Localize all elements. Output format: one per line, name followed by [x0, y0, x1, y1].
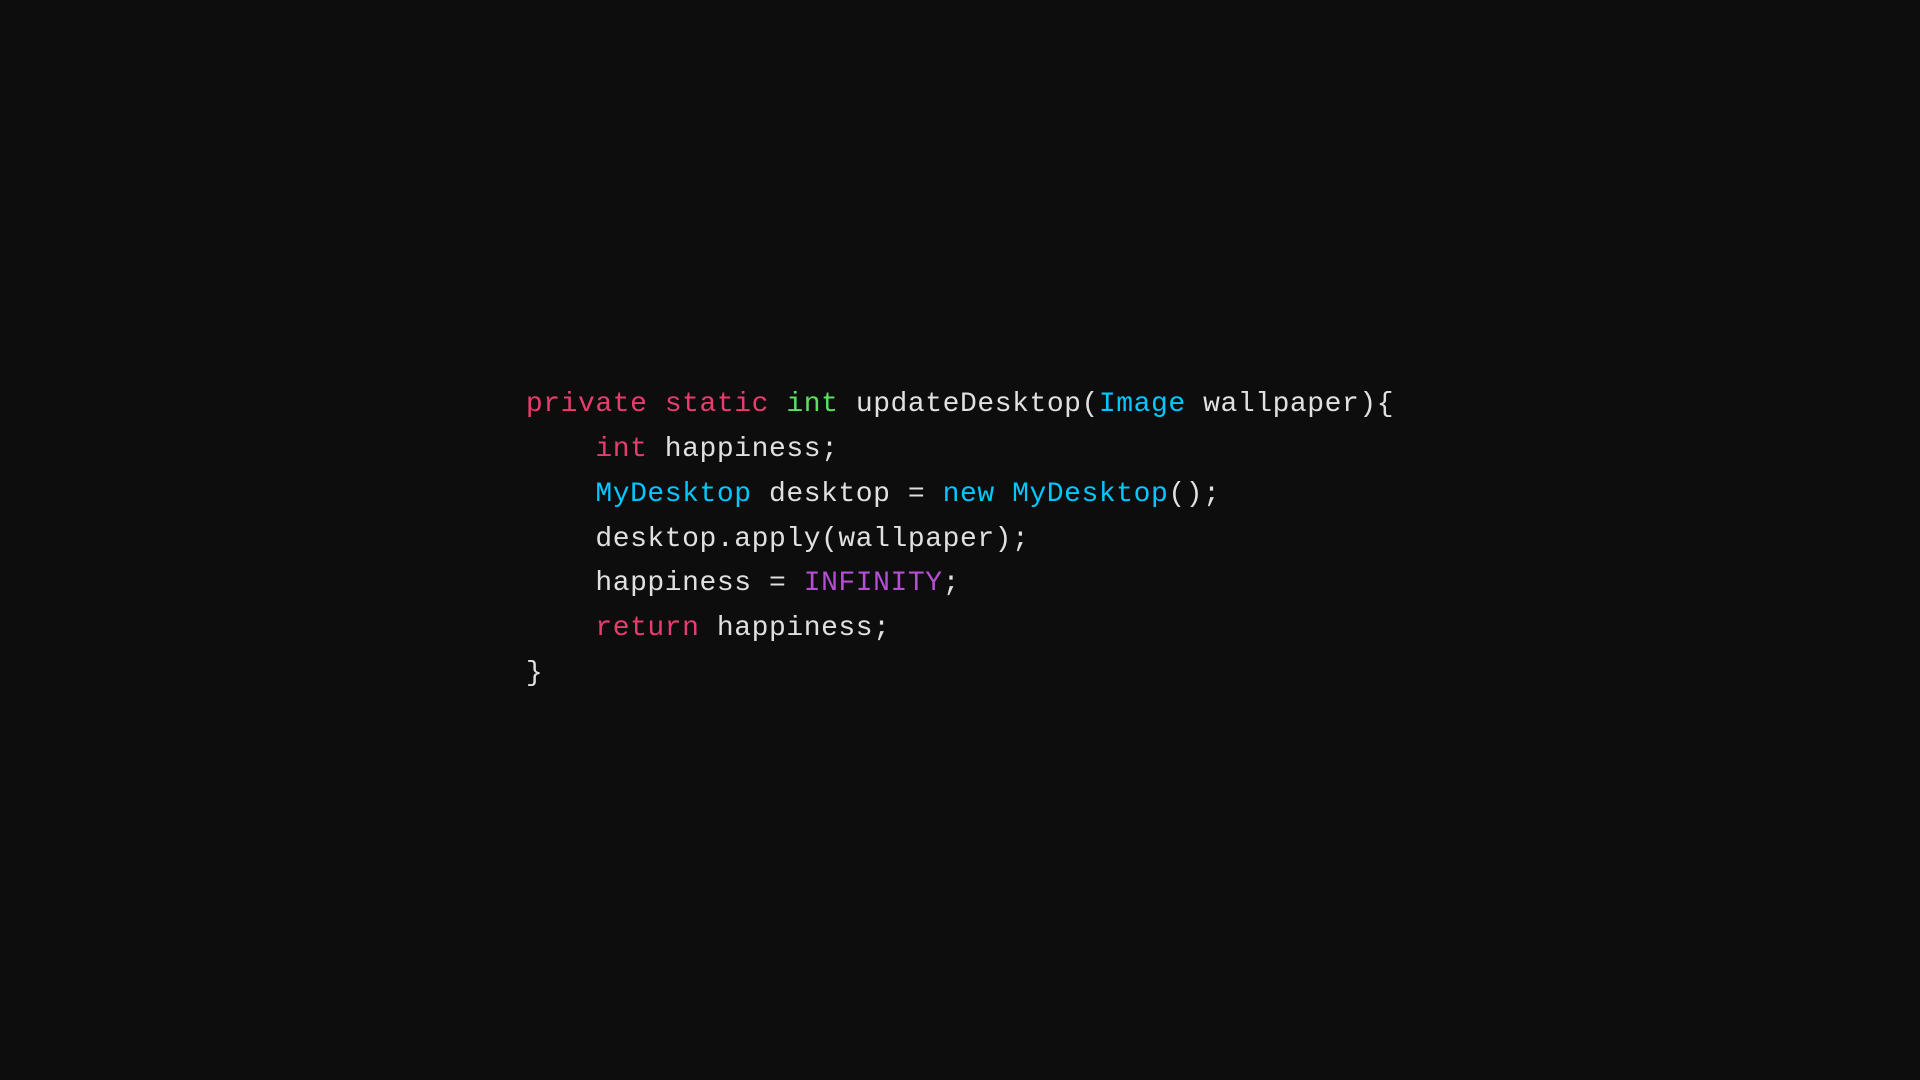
apply-call: desktop.apply(wallpaper);: [595, 524, 1029, 555]
code-line-6: return happiness;: [526, 607, 1394, 652]
space-1: [647, 389, 664, 420]
desktop-assign-1: desktop =: [752, 479, 943, 510]
keyword-new: new: [943, 479, 995, 510]
closing-brace: }: [526, 658, 543, 689]
class-image: Image: [1099, 389, 1186, 420]
code-block: private static int updateDesktop(Image w…: [526, 383, 1394, 697]
code-line-4: desktop.apply(wallpaper);: [526, 518, 1394, 563]
code-line-7: }: [526, 652, 1394, 697]
param-wallpaper: wallpaper){: [1186, 389, 1394, 420]
keyword-return: return: [595, 613, 699, 644]
method-name: updateDesktop(: [838, 389, 1098, 420]
code-line-2: int happiness;: [526, 428, 1394, 473]
happiness-assign: happiness =: [595, 568, 803, 599]
space-2: [769, 389, 786, 420]
constructor-end: ();: [1168, 479, 1220, 510]
indent-2: [526, 434, 595, 465]
happiness-declaration: happiness;: [647, 434, 838, 465]
indent-5: [526, 568, 595, 599]
indent-3: [526, 479, 595, 510]
return-value: happiness;: [700, 613, 891, 644]
keyword-int-return-type: int: [786, 389, 838, 420]
indent-4: [526, 524, 595, 555]
keyword-int-declaration: int: [595, 434, 647, 465]
class-mydesktop-constructor: MyDesktop: [1012, 479, 1168, 510]
class-mydesktop-type: MyDesktop: [595, 479, 751, 510]
indent-6: [526, 613, 595, 644]
space-new: [995, 479, 1012, 510]
code-line-3: MyDesktop desktop = new MyDesktop();: [526, 473, 1394, 518]
keyword-static: static: [665, 389, 769, 420]
code-line-5: happiness = INFINITY;: [526, 562, 1394, 607]
keyword-private: private: [526, 389, 648, 420]
semicolon-5: ;: [943, 568, 960, 599]
const-infinity: INFINITY: [804, 568, 943, 599]
code-line-1: private static int updateDesktop(Image w…: [526, 383, 1394, 428]
